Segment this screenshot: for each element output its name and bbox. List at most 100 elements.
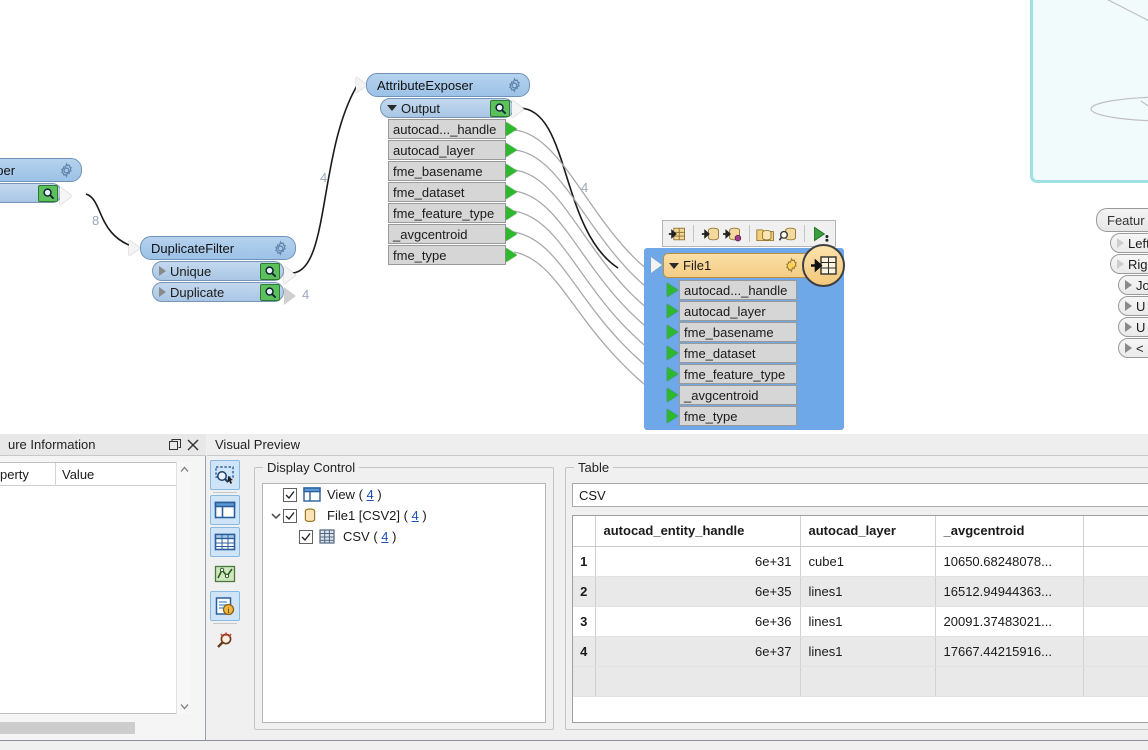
table-row[interactable]: 3 6e+36 lines1 20091.37483021... xyxy=(573,606,1148,637)
table-row[interactable]: 4 6e+37 lines1 17667.44215916... xyxy=(573,636,1148,667)
exposed-attribute-row[interactable]: autocad..._handle xyxy=(388,119,517,139)
writer-attribute-row[interactable]: fme_feature_type xyxy=(667,364,797,384)
feature-information-hscrollbar-thumb[interactable] xyxy=(0,722,135,734)
table-layer-selector[interactable]: CSV xyxy=(572,483,1148,507)
expand-triangle-icon[interactable] xyxy=(1125,301,1132,311)
gear-icon[interactable] xyxy=(506,76,523,94)
checkbox-csv[interactable] xyxy=(299,529,313,544)
inspect-magnifier-icon[interactable] xyxy=(260,283,280,301)
exposed-attribute-row[interactable]: fme_basename xyxy=(388,161,517,181)
feature-merger-header[interactable]: Featur xyxy=(1096,208,1148,232)
remove-writer-icon[interactable] xyxy=(723,224,742,244)
exposed-attribute-row[interactable]: autocad_layer xyxy=(388,140,517,160)
feature-merger-port-unmerged-requestor[interactable]: U xyxy=(1118,296,1148,316)
preview-table-grid[interactable]: autocad_entity_handle autocad_layer _avg… xyxy=(573,516,1148,697)
attribute-output-arrow-icon[interactable] xyxy=(506,164,517,178)
attribute-keeper-header[interactable]: eper xyxy=(0,158,82,182)
close-button[interactable] xyxy=(184,436,202,454)
cell-autocad-entity-handle[interactable]: 6e+36 xyxy=(595,606,801,637)
tree-item-count[interactable]: 4 xyxy=(412,508,419,523)
column-header-autocad-entity-handle[interactable]: autocad_entity_handle xyxy=(595,516,801,547)
expand-triangle-icon[interactable] xyxy=(1125,322,1132,332)
exposed-attribute-row[interactable]: _avgcentroid xyxy=(388,224,517,244)
run-to-this-icon[interactable] xyxy=(812,224,830,244)
node-feature-merger[interactable]: Featur Left Righ Jo U U xyxy=(1096,208,1148,358)
insert-table-icon[interactable] xyxy=(668,224,686,244)
expand-triangle-icon[interactable] xyxy=(1117,259,1124,269)
duplicate-output-stub[interactable] xyxy=(284,287,296,305)
feature-merger-port-rejected[interactable]: < xyxy=(1118,338,1148,358)
scroll-down-arrow-icon[interactable] xyxy=(177,699,192,714)
attribute-output-arrow-icon[interactable] xyxy=(506,185,517,199)
attribute-keeper-output-port[interactable] xyxy=(0,183,62,203)
cell-avgcentroid[interactable]: 17667.44215916... xyxy=(935,636,1084,667)
zoom-tool-icon[interactable] xyxy=(210,626,240,656)
feature-information-grid[interactable]: perty Value xyxy=(0,462,185,714)
tree-item-count[interactable]: 4 xyxy=(367,487,374,502)
folder-database-icon[interactable] xyxy=(756,224,775,244)
cell-autocad-layer[interactable]: lines1 xyxy=(800,576,936,607)
column-header-avgcentroid[interactable]: _avgcentroid xyxy=(935,516,1084,547)
attribute-exposer-output-port[interactable]: Output xyxy=(380,98,514,118)
exposed-attribute-row[interactable]: fme_feature_type xyxy=(388,203,517,223)
feature-merger-port-left[interactable]: Left xyxy=(1110,233,1148,253)
feature-merger-port-right[interactable]: Righ xyxy=(1110,254,1148,274)
checkbox-view[interactable] xyxy=(283,487,297,502)
attribute-output-arrow-icon[interactable] xyxy=(506,206,517,220)
cell-autocad-entity-handle[interactable]: 6e+35 xyxy=(595,576,801,607)
attribute-input-arrow-icon[interactable] xyxy=(667,346,678,360)
cell-autocad-layer[interactable]: lines1 xyxy=(800,606,936,637)
column-header-autocad-layer[interactable]: autocad_layer xyxy=(800,516,936,547)
expand-triangle-icon[interactable] xyxy=(1125,280,1132,290)
expand-triangle-icon[interactable] xyxy=(1125,343,1132,353)
attribute-exposer-header[interactable]: AttributeExposer xyxy=(366,73,530,97)
feature-info-icon[interactable]: i xyxy=(210,591,240,621)
column-header-value[interactable]: Value xyxy=(56,467,184,482)
writer-attribute-row[interactable]: fme_basename xyxy=(667,322,797,342)
table-view-icon[interactable] xyxy=(210,527,240,557)
writer-attribute-row[interactable]: autocad..._handle xyxy=(667,280,797,300)
node-writer-file1[interactable]: File1 autocad..._handle autocad_layer fm… xyxy=(651,244,845,426)
scroll-up-arrow-icon[interactable] xyxy=(177,462,192,477)
cell-avgcentroid[interactable]: 10650.68248078... xyxy=(935,546,1084,577)
feature-merger-port-unused-supplier[interactable]: U xyxy=(1118,317,1148,337)
writer-attribute-row[interactable]: fme_type xyxy=(667,406,797,426)
exposed-attribute-row[interactable]: fme_type xyxy=(388,245,517,265)
unique-output-stub[interactable] xyxy=(284,266,296,284)
node-duplicate-filter[interactable]: DuplicateFilter Unique Duplicate xyxy=(129,236,296,305)
preview-table[interactable]: autocad_entity_handle autocad_layer _avg… xyxy=(572,515,1148,723)
layout-panel-icon[interactable] xyxy=(210,495,240,525)
attribute-input-arrow-icon[interactable] xyxy=(667,367,678,381)
inspect-magnifier-icon[interactable] xyxy=(38,184,58,202)
display-control-tree[interactable]: View ( 4 ) File1 [CSV2] (4) CSV (4) xyxy=(262,483,546,723)
attribute-input-arrow-icon[interactable] xyxy=(667,409,678,423)
visual-preview-toolbar[interactable]: i xyxy=(207,458,243,750)
inspect-magnifier-icon[interactable] xyxy=(490,99,510,117)
writer-context-toolbar[interactable] xyxy=(662,220,836,247)
cell-autocad-layer[interactable]: lines1 xyxy=(800,636,936,667)
gear-icon[interactable] xyxy=(58,161,75,179)
attribute-input-arrow-icon[interactable] xyxy=(667,283,678,297)
graphics-view-icon[interactable] xyxy=(210,559,240,589)
collapse-triangle-icon[interactable] xyxy=(387,105,397,111)
workspace-canvas[interactable]: 8 4 4 4 eper xyxy=(0,0,1148,434)
attribute-input-arrow-icon[interactable] xyxy=(667,325,678,339)
writer-format-icon[interactable] xyxy=(802,244,845,287)
tree-item-file1[interactable]: File1 [CSV2] ( 4 ) xyxy=(263,505,545,526)
duplicate-filter-header[interactable]: DuplicateFilter xyxy=(140,236,296,260)
attribute-input-arrow-icon[interactable] xyxy=(667,304,678,318)
table-row[interactable]: 1 6e+31 cube1 10650.68248078... xyxy=(573,546,1148,577)
add-writer-icon[interactable] xyxy=(701,224,719,244)
tree-item-count[interactable]: 4 xyxy=(381,529,388,544)
inspect-database-icon[interactable] xyxy=(778,224,797,244)
cell-autocad-entity-handle[interactable]: 6e+37 xyxy=(595,636,801,667)
table-row[interactable]: 2 6e+35 lines1 16512.94944363... xyxy=(573,576,1148,607)
gear-icon[interactable] xyxy=(783,257,800,274)
file1-header[interactable]: File1 xyxy=(663,253,809,278)
attribute-input-arrow-icon[interactable] xyxy=(667,388,678,402)
attribute-output-arrow-icon[interactable] xyxy=(506,227,517,241)
select-tool-icon[interactable] xyxy=(210,460,240,490)
tree-item-view[interactable]: View ( 4 ) xyxy=(263,484,545,505)
writer-attribute-row[interactable]: autocad_layer xyxy=(667,301,797,321)
undock-button[interactable] xyxy=(166,436,184,454)
